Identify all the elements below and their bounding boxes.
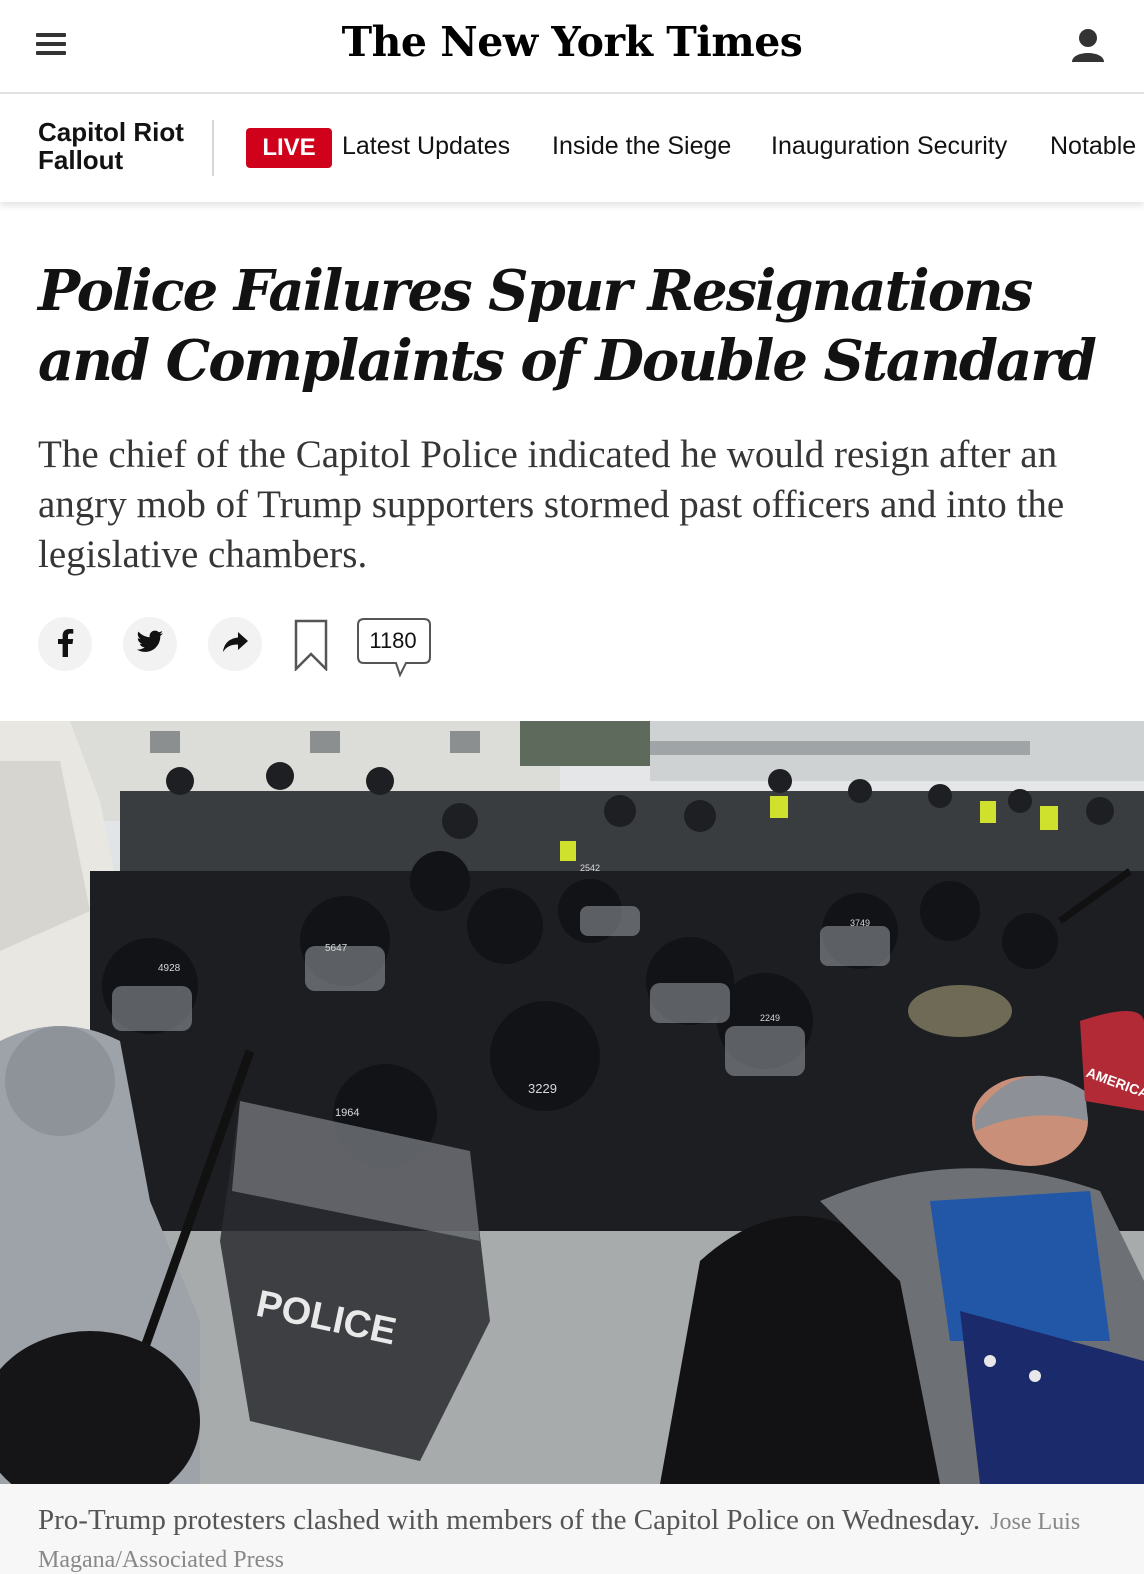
section-nav: Capitol Riot Fallout LIVE Latest Updates… xyxy=(0,94,1144,202)
masthead: The New York Times xyxy=(0,0,1144,94)
section-title[interactable]: Capitol Riot Fallout xyxy=(38,118,208,174)
facebook-share-button[interactable] xyxy=(38,617,92,671)
share-arrow-icon xyxy=(221,630,249,659)
nav-link-latest-updates[interactable]: Latest Updates xyxy=(342,132,510,161)
nav-link-inauguration-security[interactable]: Inauguration Security xyxy=(771,132,1007,161)
comments-button[interactable]: 1180 xyxy=(356,617,432,679)
article-headline: Police Failures Spur Resignations and Co… xyxy=(38,258,1097,394)
photo-caption: Pro-Trump protesters clashed with member… xyxy=(0,1484,1144,1574)
twitter-icon xyxy=(136,630,164,659)
site-logo[interactable]: The New York Times xyxy=(0,18,1144,66)
nav-link-inside-the-siege[interactable]: Inside the Siege xyxy=(552,132,731,161)
live-badge[interactable]: LIVE xyxy=(246,128,332,168)
facebook-icon xyxy=(54,627,76,662)
twitter-share-button[interactable] xyxy=(123,617,177,671)
helmet-number: 2542 xyxy=(580,863,600,873)
caption-text: Pro-Trump protesters clashed with member… xyxy=(38,1502,1098,1574)
helmet-number: 3229 xyxy=(528,1081,557,1096)
caption-body: Pro-Trump protesters clashed with member… xyxy=(38,1504,981,1536)
bookmark-button[interactable] xyxy=(294,619,328,673)
comment-count: 1180 xyxy=(369,628,417,653)
lead-photo: POLICE 3229 4928 5647 1964 2542 2249 374… xyxy=(0,721,1144,1484)
more-share-button[interactable] xyxy=(208,617,262,671)
nav-link-notable[interactable]: Notable xyxy=(1050,132,1136,161)
helmet-number: 4928 xyxy=(158,963,181,974)
user-account-icon[interactable] xyxy=(1068,26,1108,66)
helmet-number: 3749 xyxy=(850,918,870,928)
bookmark-icon xyxy=(294,619,328,673)
helmet-number: 5647 xyxy=(325,943,348,954)
nav-divider xyxy=(212,120,214,176)
helmet-number: 2249 xyxy=(760,1013,780,1023)
helmet-number: 1964 xyxy=(335,1107,359,1119)
article-summary: The chief of the Capitol Police indicate… xyxy=(38,433,1065,576)
